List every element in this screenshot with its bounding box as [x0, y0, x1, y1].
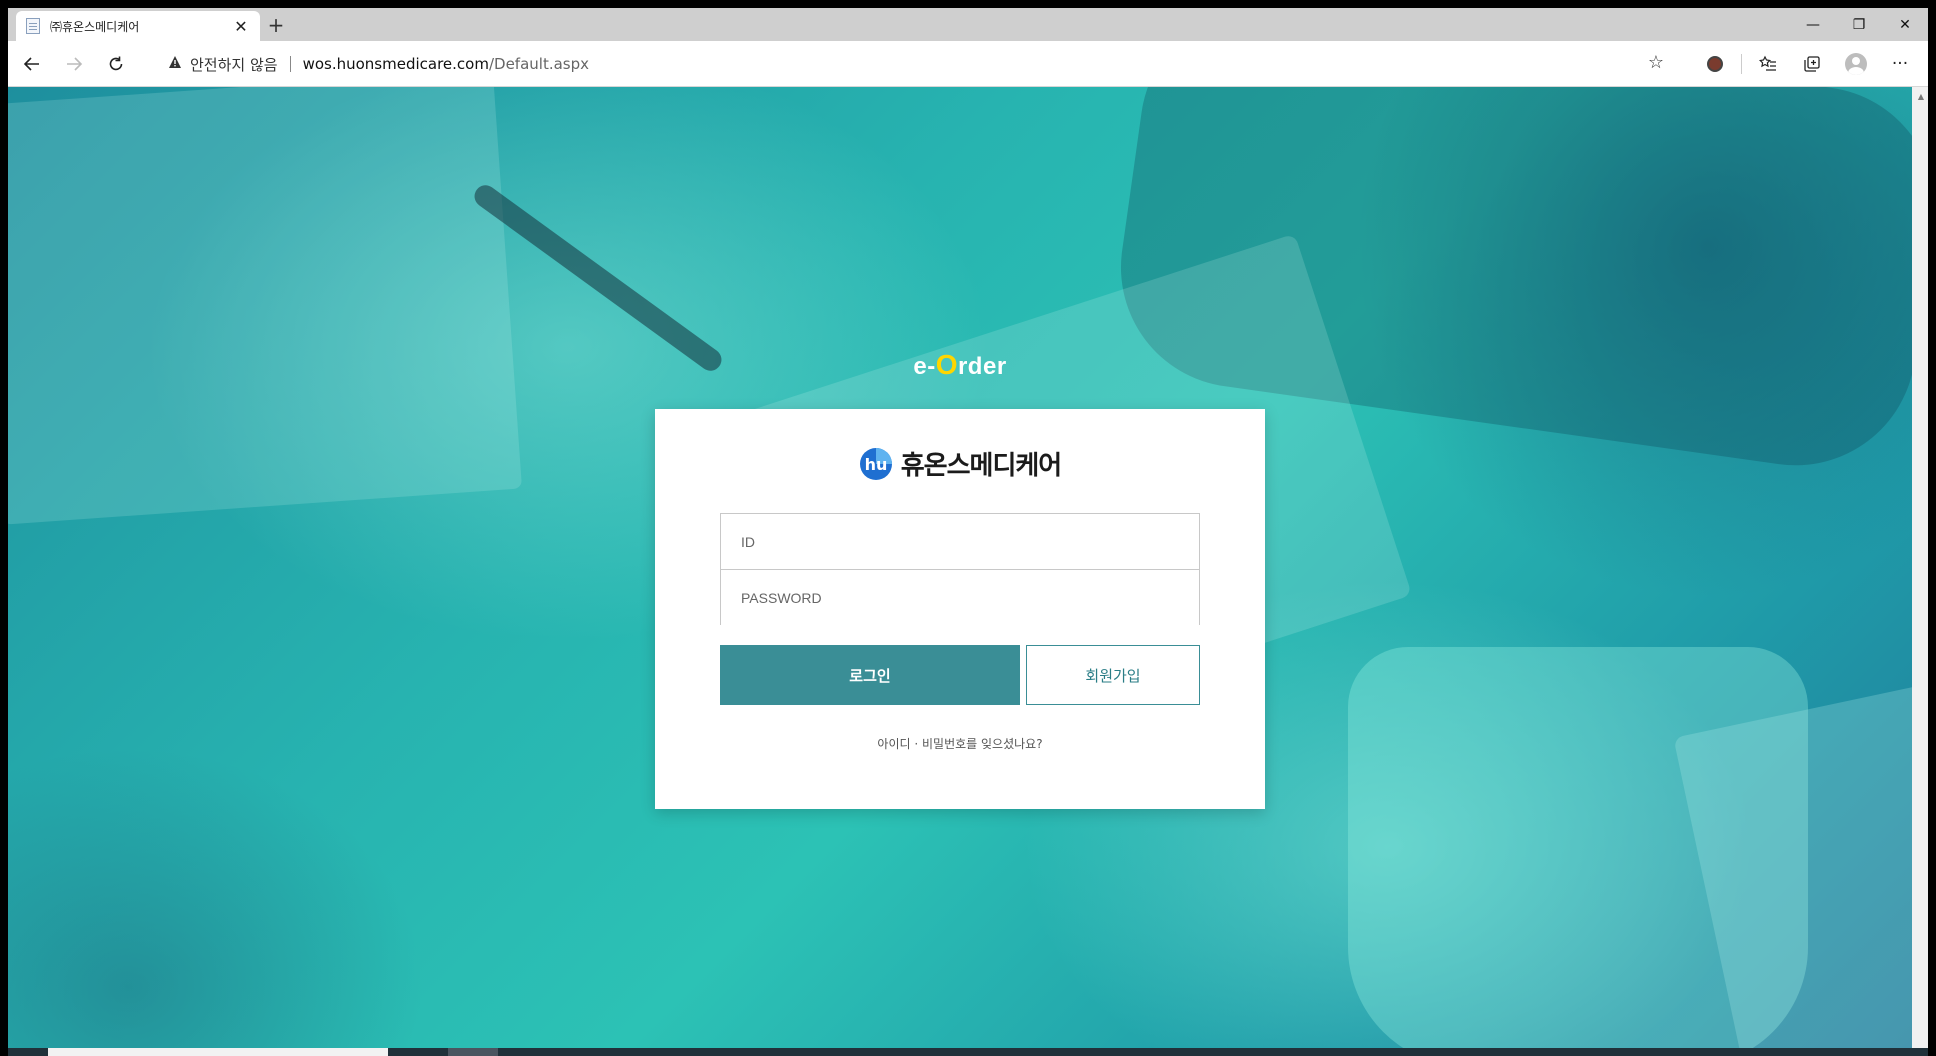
extension-icon[interactable] [1693, 46, 1737, 82]
back-arrow-icon[interactable] [14, 46, 50, 82]
forgot-credentials-link[interactable]: 아이디 · 비밀번호를 잊으셨나요? [655, 735, 1265, 752]
address-bar[interactable]: 안전하지 않음 wos.huonsmedicare.com /Default.a… [154, 48, 1678, 80]
taskbar-item[interactable] [448, 1048, 498, 1056]
url-path[interactable]: /Default.aspx [489, 55, 589, 73]
more-menu-icon[interactable]: ··· [1878, 46, 1922, 82]
window-controls: — ❐ ✕ [1790, 8, 1928, 41]
logo-letters: hu [864, 455, 887, 474]
toolbar-divider [1741, 54, 1742, 74]
browser-toolbar: 안전하지 않음 wos.huonsmedicare.com /Default.a… [8, 41, 1928, 87]
id-input[interactable] [721, 514, 1199, 569]
profile-avatar-icon[interactable] [1834, 46, 1878, 82]
tab-title: ㈜휴온스메디케어 [50, 19, 140, 34]
security-status[interactable]: 안전하지 않음 [190, 54, 278, 75]
close-tab-icon[interactable]: ✕ [232, 17, 250, 36]
warning-icon[interactable] [168, 55, 182, 73]
os-taskbar [8, 1048, 1928, 1056]
favorite-star-icon[interactable]: ☆ [1648, 52, 1664, 73]
huons-logo-icon: hu [859, 447, 892, 480]
url-host[interactable]: wos.huonsmedicare.com [303, 55, 489, 73]
signup-button[interactable]: 회원가입 [1026, 645, 1200, 705]
new-tab-button[interactable]: + [264, 14, 288, 38]
brand-prefix: e- [913, 353, 936, 380]
refresh-icon[interactable] [98, 46, 134, 82]
company-logo: hu 휴온스메디케어 [655, 445, 1265, 482]
page-favicon-icon [26, 18, 40, 34]
toolbar-actions: ··· [1693, 46, 1922, 82]
login-card: hu 휴온스메디케어 로그인 회원가입 아이디 · 비밀번호를 잊으셨나요? [655, 409, 1265, 809]
scroll-up-arrow-icon[interactable]: ▲ [1918, 92, 1924, 101]
company-name: 휴온스메디케어 [900, 451, 1062, 481]
forward-arrow-icon[interactable] [56, 46, 92, 82]
address-divider [289, 56, 291, 72]
minimize-button[interactable]: — [1790, 8, 1836, 41]
brand-suffix: rder [957, 353, 1007, 380]
brand-o: O [935, 349, 958, 380]
browser-window: ㈜휴온스메디케어 ✕ + — ❐ ✕ 안전하지 않음 wos.huonsmedi… [8, 8, 1928, 1048]
eorder-title: e-Order [8, 349, 1912, 381]
close-window-button[interactable]: ✕ [1882, 8, 1928, 41]
page-viewport: e-Order hu 휴온스메디케어 로그인 회원가입 아이디 · 비밀번호를 … [8, 87, 1912, 1048]
password-input[interactable] [721, 570, 1199, 625]
credentials-group [720, 513, 1200, 625]
taskbar-item[interactable] [48, 1048, 388, 1056]
favorites-list-icon[interactable] [1746, 46, 1790, 82]
vertical-scrollbar[interactable] [1912, 87, 1928, 1048]
background-shape [8, 87, 523, 525]
collections-icon[interactable] [1790, 46, 1834, 82]
browser-tab[interactable]: ㈜휴온스메디케어 ✕ [16, 11, 260, 41]
tab-strip: ㈜휴온스메디케어 ✕ + — ❐ ✕ [8, 8, 1928, 41]
login-button[interactable]: 로그인 [720, 645, 1020, 705]
restore-button[interactable]: ❐ [1836, 8, 1882, 41]
